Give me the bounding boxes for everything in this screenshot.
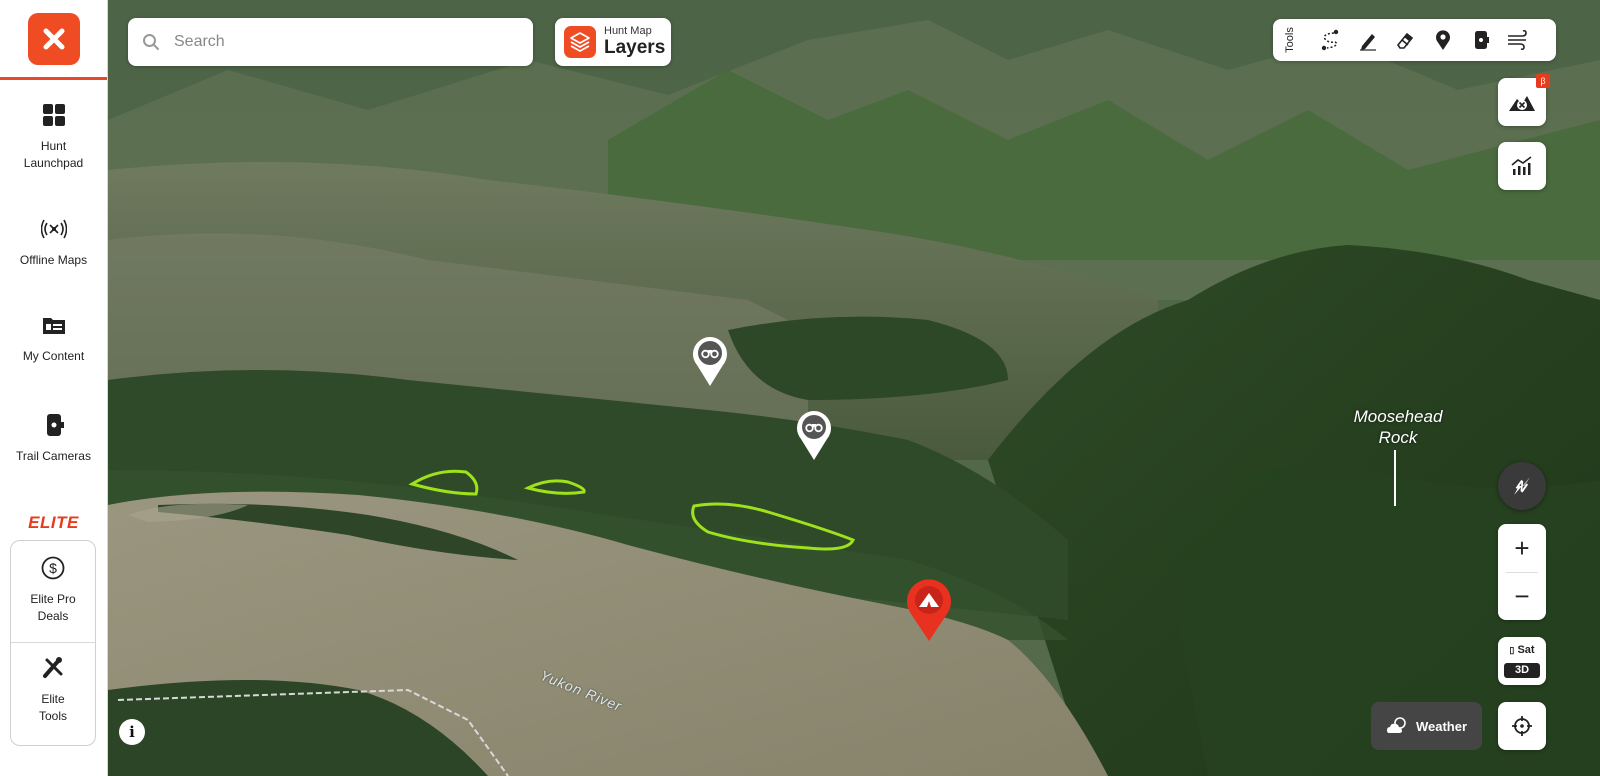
map-icon: ▯ (1509, 645, 1515, 655)
mode-3d-badge: 3D (1504, 663, 1540, 678)
place-label-line: Rock (1378, 428, 1418, 447)
close-button[interactable] (27, 12, 80, 65)
pencil-icon (1360, 34, 1376, 51)
route-tool-button[interactable] (1317, 27, 1343, 53)
observation-marker[interactable] (691, 335, 729, 392)
wind-tool-button[interactable] (1505, 27, 1531, 53)
zoom-control: + − (1498, 524, 1546, 620)
layers-button[interactable]: Hunt Map Layers (555, 18, 671, 66)
sidebar-item-label: Offline Maps (19, 253, 88, 267)
basemap-toggle-button[interactable]: ▯ Sat 3D (1498, 637, 1546, 685)
weather-cloud-icon (1386, 717, 1406, 733)
layers-subtitle: Hunt Map (604, 25, 652, 37)
weather-button[interactable]: Weather (1371, 702, 1482, 750)
elite-item-label: Deals (37, 609, 69, 623)
elite-item-label: Elite (41, 692, 65, 706)
folder-icon (42, 318, 65, 334)
layers-title: Layers (604, 37, 666, 58)
elite-pro-deals-button[interactable]: $ Elite Pro Deals (11, 555, 95, 625)
eraser-icon (1397, 32, 1414, 49)
elite-section: $ Elite Pro Deals Elite Tools (10, 540, 96, 746)
elite-item-label: Tools (38, 709, 67, 723)
camp-marker[interactable] (905, 578, 953, 647)
search-bar[interactable] (128, 18, 533, 66)
sidebar-item-offline-maps[interactable]: Offline Maps (0, 216, 107, 269)
sat-label-text: Sat (1517, 644, 1535, 656)
beta-badge: β (1536, 74, 1550, 88)
trail-camera-icon (1475, 31, 1489, 49)
place-leader-line (1394, 450, 1396, 506)
elite-badge: ELITE (28, 513, 79, 532)
sidebar-item-trail-cameras[interactable]: Trail Cameras (0, 412, 107, 465)
sidebar-item-label: My Content (22, 349, 85, 363)
map-view[interactable]: Moosehead Rock Yukon River Hunt Map Laye… (108, 0, 1600, 776)
sidebar: Hunt Launchpad Offline Maps My Content T… (0, 0, 108, 776)
crosshair-icon (1512, 716, 1532, 736)
weather-label: Weather (1415, 718, 1468, 734)
compass-button[interactable]: N (1498, 462, 1546, 510)
elite-tools-button[interactable]: Elite Tools (11, 655, 95, 725)
tools-icon (43, 657, 63, 678)
zoom-out-button[interactable]: − (1498, 572, 1546, 620)
sidebar-item-label: Hunt (40, 139, 67, 153)
close-area (0, 0, 107, 80)
terrain-x-icon (1509, 96, 1535, 111)
elite-item-label: Elite Pro (30, 592, 76, 606)
waypoint-pin-icon (1436, 30, 1450, 50)
observation-marker[interactable] (795, 409, 833, 466)
zoom-in-button[interactable]: + (1498, 524, 1546, 572)
info-button[interactable]: i (119, 719, 145, 745)
dollar-circle-icon: $ (41, 556, 65, 580)
elite-divider (11, 642, 95, 643)
close-icon (43, 28, 64, 49)
sidebar-item-my-content[interactable]: My Content (0, 312, 107, 365)
trail-camera-tool-button[interactable] (1468, 27, 1494, 53)
route-icon (1321, 29, 1339, 51)
search-input[interactable] (172, 32, 506, 52)
place-label-line: Moosehead (1353, 407, 1443, 426)
compass-icon: N (1513, 477, 1530, 496)
erase-tool-button[interactable] (1392, 27, 1418, 53)
binoculars-icon (797, 411, 831, 460)
search-icon (143, 34, 159, 50)
locate-me-button[interactable] (1498, 702, 1546, 750)
hunt-area-beta-button[interactable]: β (1498, 74, 1550, 126)
binoculars-icon (693, 337, 727, 386)
svg-text:$: $ (49, 560, 57, 576)
info-icon: i (129, 723, 135, 741)
sidebar-item-label: Trail Cameras (16, 449, 91, 463)
tools-bar: Tools (1273, 19, 1556, 61)
chart-icon (1511, 156, 1532, 175)
draw-tool-button[interactable] (1355, 27, 1381, 53)
waypoint-tool-button[interactable] (1430, 27, 1456, 53)
grid-icon (42, 104, 65, 126)
sidebar-item-hunt-launchpad[interactable]: Hunt Launchpad (0, 102, 107, 172)
trail-camera-icon (46, 414, 64, 436)
sidebar-item-label: Launchpad (23, 156, 84, 170)
layers-icon (564, 26, 596, 58)
signal-broadcast-icon (40, 219, 67, 239)
tent-icon (907, 579, 951, 641)
wind-icon (1508, 29, 1527, 51)
sat-label: ▯ Sat (1498, 644, 1546, 656)
analytics-button[interactable] (1498, 142, 1546, 190)
place-label-moosehead-rock: Moosehead Rock (1328, 406, 1468, 448)
terrain-background[interactable] (108, 0, 1600, 776)
tools-label: Tools (1284, 27, 1296, 53)
